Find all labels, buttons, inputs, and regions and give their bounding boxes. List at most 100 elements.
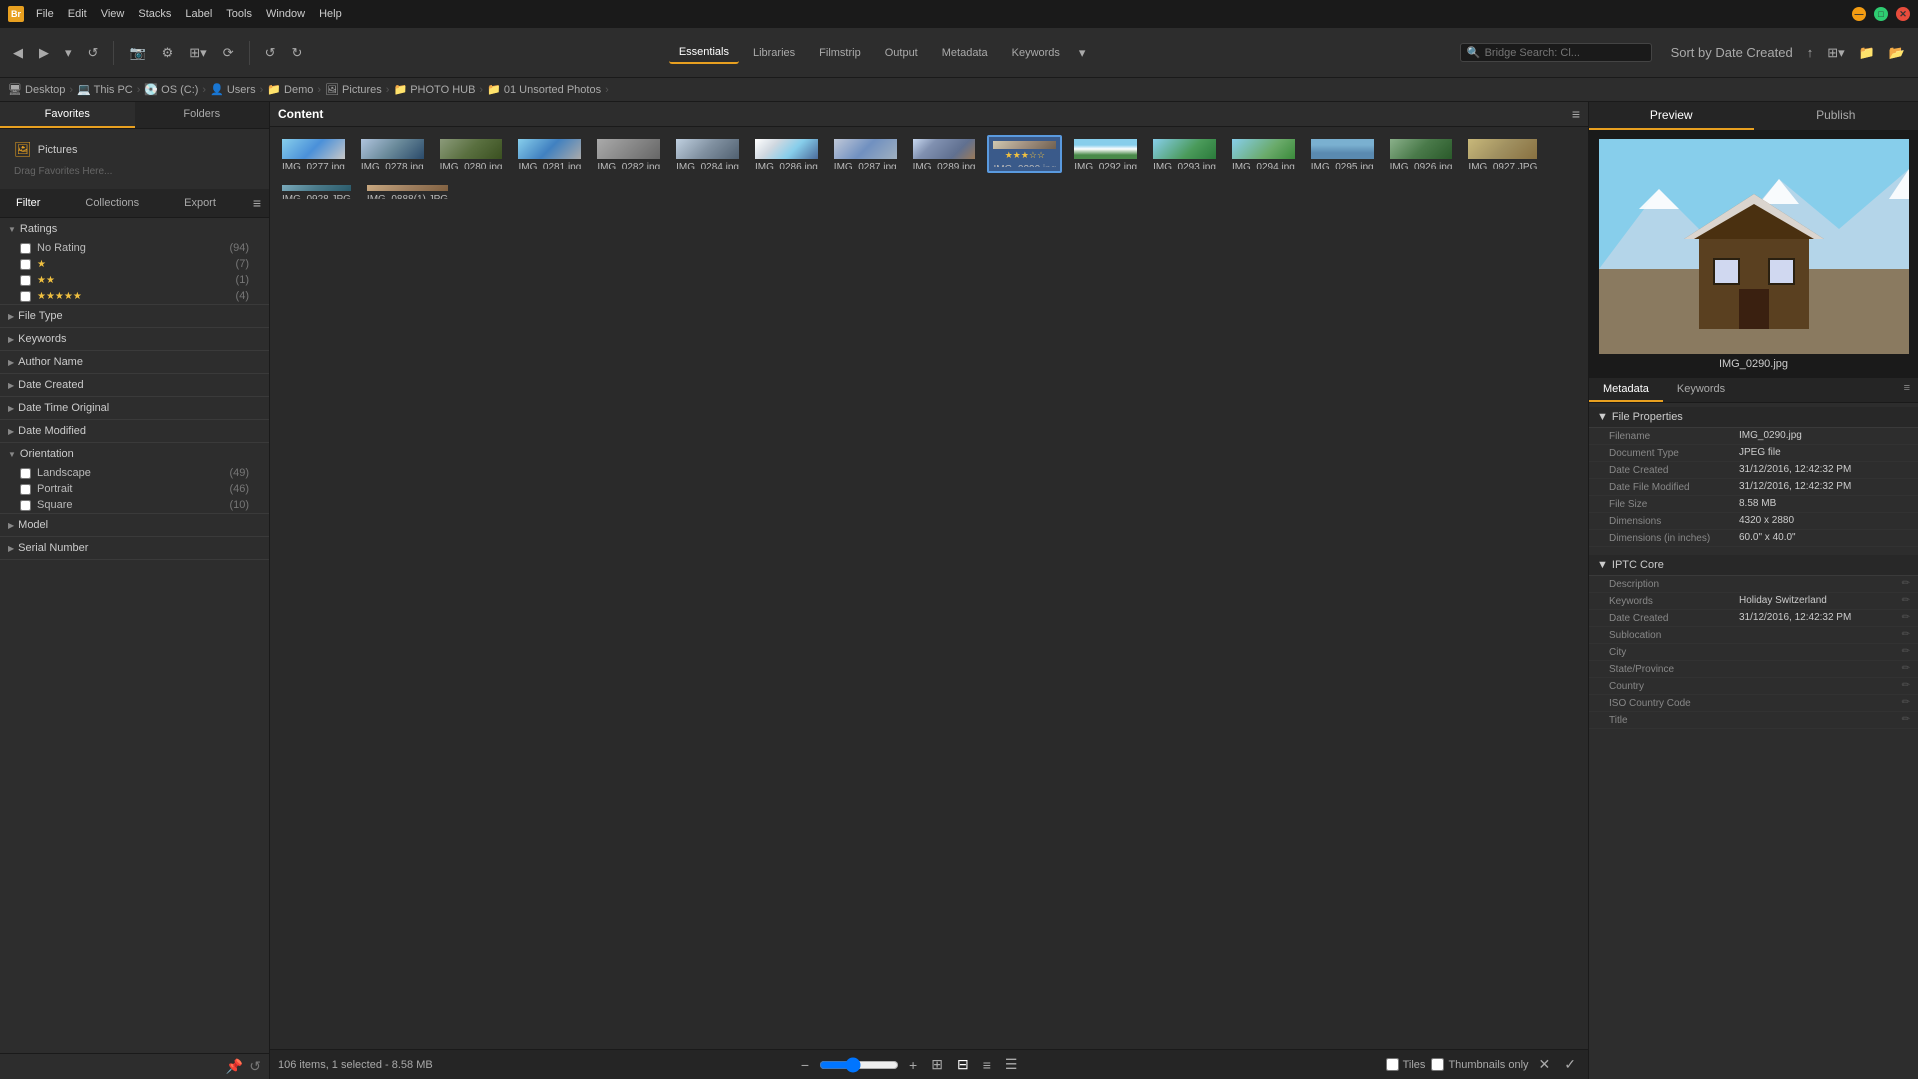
filter-landscape[interactable]: Landscape (49) — [0, 465, 269, 481]
thumb-img_0290[interactable]: ★★★☆☆ IMG_0290.jpg — [987, 135, 1062, 173]
zoom-in-button[interactable]: + — [905, 1055, 921, 1075]
approve-button[interactable]: ✓ — [1560, 1054, 1580, 1075]
filter-tab-export[interactable]: Export — [176, 193, 224, 213]
refresh-button[interactable]: ↺ — [83, 42, 104, 64]
zoom-out-button[interactable]: − — [797, 1055, 813, 1075]
open-folder-button[interactable]: 📁 — [1854, 42, 1880, 64]
switch-view-button[interactable]: ⊞▾ — [184, 42, 211, 64]
thumb-img_0280[interactable]: IMG_0280.jpg — [436, 135, 507, 173]
thumb-dog2[interactable] — [476, 181, 484, 203]
thumb-view-button[interactable]: ⊟ — [953, 1054, 973, 1075]
thumb-img_0292[interactable]: IMG_0292.jpg — [1070, 135, 1141, 173]
thumb-img_0282[interactable]: IMG_0282.jpg — [593, 135, 664, 173]
1star-checkbox[interactable] — [20, 259, 31, 270]
workspace-filmstrip[interactable]: Filmstrip — [809, 42, 871, 64]
breadcrumb-pictures[interactable]: 🖼 Pictures — [325, 83, 382, 96]
meta-tab-keywords[interactable]: Keywords — [1663, 378, 1739, 402]
workspace-libraries[interactable]: Libraries — [743, 42, 805, 64]
iptc-sublocation-edit[interactable]: ✏ — [1902, 629, 1910, 641]
file-properties-header[interactable]: ▼ File Properties — [1589, 407, 1918, 428]
filter-ratings-header[interactable]: ▼ Ratings — [0, 218, 269, 240]
no-rating-checkbox[interactable] — [20, 243, 31, 254]
menu-help[interactable]: Help — [319, 8, 342, 20]
thumb-img_0284[interactable]: IMG_0284.jpg — [672, 135, 743, 173]
filter-filetype-header[interactable]: ▶ File Type — [0, 305, 269, 327]
iptc-description-edit[interactable]: ✏ — [1902, 578, 1910, 590]
menu-tools[interactable]: Tools — [226, 8, 252, 20]
iptc-city-edit[interactable]: ✏ — [1902, 646, 1910, 658]
thumb-food[interactable] — [508, 181, 516, 203]
iptc-state-edit[interactable]: ✏ — [1902, 663, 1910, 675]
filter-portrait[interactable]: Portrait (46) — [0, 481, 269, 497]
thumb-dog3[interactable] — [492, 181, 500, 203]
filter-serial-header[interactable]: ▶ Serial Number — [0, 537, 269, 559]
filter-orientation-header[interactable]: ▼ Orientation — [0, 443, 269, 465]
forward-button[interactable]: ▶ — [34, 42, 54, 64]
thumb-img_0928[interactable]: IMG_0928.JPG — [278, 181, 355, 203]
iptc-country-edit[interactable]: ✏ — [1902, 680, 1910, 692]
filter-2star[interactable]: ★★ (1) — [0, 272, 269, 288]
fav-item-pictures[interactable]: 🖼 Pictures — [8, 137, 261, 162]
thumb-img_0926[interactable]: IMG_0926.jpg — [1386, 135, 1457, 173]
rotate-ccw-button[interactable]: ↺ — [260, 42, 281, 64]
meta-tab-metadata[interactable]: Metadata — [1589, 378, 1663, 402]
landscape-checkbox[interactable] — [20, 468, 31, 479]
filter-tab-collections[interactable]: Collections — [77, 193, 147, 213]
filter-datetime-header[interactable]: ▶ Date Time Original — [0, 397, 269, 419]
thumb-graffiti1[interactable] — [524, 181, 532, 203]
thumb-img_0277[interactable]: IMG_0277.jpg — [278, 135, 349, 173]
metadata-menu-icon[interactable]: ≡ — [1896, 378, 1918, 402]
tab-favorites[interactable]: Favorites — [0, 102, 135, 128]
thumb-img_0888[interactable]: IMG_0888(1).JPG — [363, 181, 452, 203]
thumb-img_0294[interactable]: IMG_0294.jpg — [1228, 135, 1299, 173]
back-button[interactable]: ◀ — [8, 42, 28, 64]
down-arrow-button[interactable]: ▾ — [60, 42, 77, 64]
tab-folders[interactable]: Folders — [135, 102, 270, 128]
filter-no-rating[interactable]: No Rating (94) — [0, 240, 269, 256]
menu-edit[interactable]: Edit — [68, 8, 87, 20]
filter-menu-icon[interactable]: ≡ — [253, 195, 261, 211]
reset-icon[interactable]: ↺ — [249, 1058, 261, 1075]
thumb-img_0927[interactable]: IMG_0927.JPG — [1464, 135, 1541, 173]
reject-button[interactable]: ✕ — [1535, 1054, 1555, 1075]
breadcrumb-photo-hub[interactable]: 📁 PHOTO HUB — [393, 83, 475, 96]
breadcrumb-demo[interactable]: 📁 Demo — [267, 83, 313, 96]
more-workspaces-button[interactable]: ▾ — [1074, 42, 1091, 64]
thumb-img_0287[interactable]: IMG_0287.jpg — [830, 135, 901, 173]
tiles-checkbox[interactable] — [1386, 1058, 1399, 1071]
thumb-img_0293[interactable]: IMG_0293.jpg — [1149, 135, 1220, 173]
menu-label[interactable]: Label — [185, 8, 212, 20]
iptc-keywords-edit[interactable]: ✏ — [1902, 595, 1910, 607]
thumbs-only-checkbox[interactable] — [1431, 1058, 1444, 1071]
thumb-img_0295[interactable]: IMG_0295.jpg — [1307, 135, 1378, 173]
thumb-graffiti2[interactable] — [540, 181, 548, 203]
tools-button[interactable]: ⚙ — [157, 42, 179, 64]
5star-checkbox[interactable] — [20, 291, 31, 302]
filter-datemod-header[interactable]: ▶ Date Modified — [0, 420, 269, 442]
breadcrumb-unsorted[interactable]: 📁 01 Unsorted Photos — [487, 83, 601, 96]
filter-1star[interactable]: ★ (7) — [0, 256, 269, 272]
workspace-metadata[interactable]: Metadata — [932, 42, 998, 64]
tab-preview[interactable]: Preview — [1589, 102, 1754, 130]
filter-author-header[interactable]: ▶ Author Name — [0, 351, 269, 373]
thumb-img_0278[interactable]: IMG_0278.jpg — [357, 135, 428, 173]
square-checkbox[interactable] — [20, 500, 31, 511]
menu-window[interactable]: Window — [266, 8, 305, 20]
close-button[interactable]: ✕ — [1896, 7, 1910, 21]
breadcrumb-users[interactable]: 👤 Users — [210, 83, 255, 96]
workspace-output[interactable]: Output — [875, 42, 928, 64]
thumb-dog1[interactable] — [460, 181, 468, 203]
2star-checkbox[interactable] — [20, 275, 31, 286]
view-mode-button[interactable]: ⊞▾ — [1822, 42, 1849, 64]
thumb-img_0281[interactable]: IMG_0281.jpg — [514, 135, 585, 173]
workspace-keywords[interactable]: Keywords — [1002, 42, 1070, 64]
iptc-header[interactable]: ▼ IPTC Core — [1589, 555, 1918, 576]
menu-file[interactable]: File — [36, 8, 54, 20]
thumb-img_0289[interactable]: IMG_0289.jpg — [909, 135, 980, 173]
tab-publish[interactable]: Publish — [1754, 102, 1918, 130]
iptc-title-edit[interactable]: ✏ — [1902, 714, 1910, 726]
content-menu-icon[interactable]: ≡ — [1572, 106, 1580, 122]
breadcrumb-this-pc[interactable]: 💻 This PC — [77, 83, 133, 96]
sort-direction-button[interactable]: ↑ — [1802, 42, 1819, 63]
detail-view-button[interactable]: ≡ — [979, 1055, 995, 1075]
